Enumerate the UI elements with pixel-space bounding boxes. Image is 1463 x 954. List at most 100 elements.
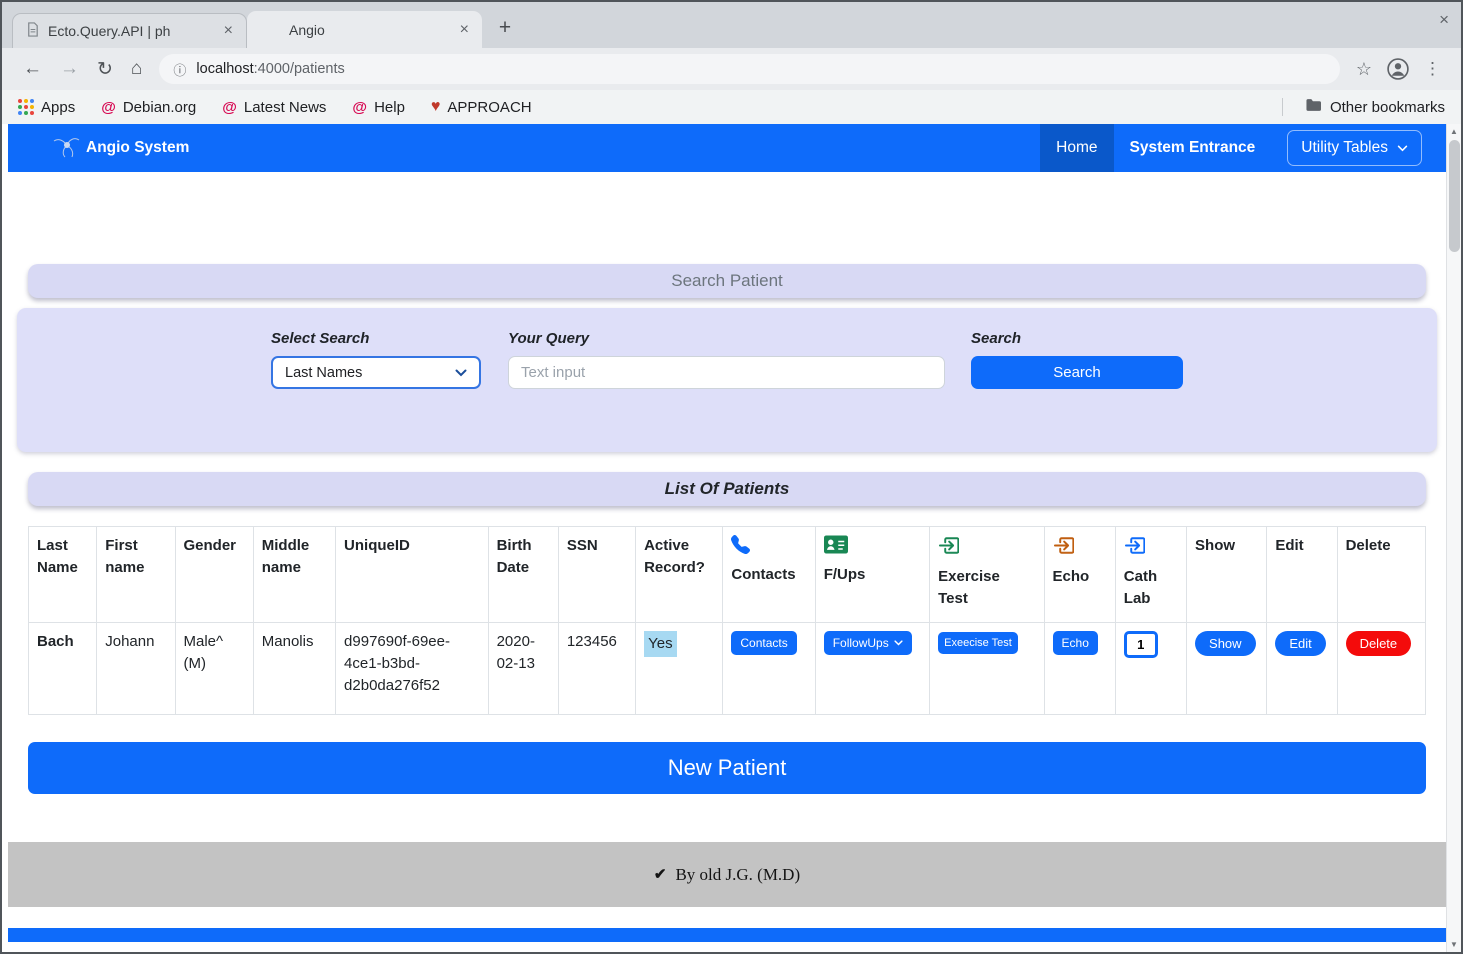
echo-button[interactable]: Echo [1052, 631, 1098, 655]
bookmarks-bar: Apps @ Debian.org @ Latest News @ Help ♥… [2, 90, 1461, 124]
edit-button[interactable]: Edit [1275, 631, 1326, 656]
tab-angio[interactable]: Angio × [247, 11, 482, 48]
debian-swirl-icon: @ [352, 98, 368, 116]
cell-birth-date: 2020-02-13 [487, 622, 559, 715]
col-exercise-test: Exercise Test [929, 526, 1045, 623]
bookmark-apps[interactable]: Apps [18, 99, 75, 116]
address-bar[interactable]: ⓘ localhost:4000/patients [159, 54, 1340, 84]
bookmarks-divider [1281, 98, 1283, 116]
browser-toolbar: ← → ↻ ⌂ ⓘ localhost:4000/patients ☆ ⋮ [2, 48, 1461, 90]
chevron-down-icon [1397, 145, 1408, 152]
url-text: localhost:4000/patients [196, 61, 344, 77]
nav-system-entrance[interactable]: System Entrance [1114, 124, 1272, 172]
select-value: Last Names [285, 364, 363, 381]
bookmark-label: Latest News [243, 98, 327, 116]
cell-first-name: Johann [96, 622, 176, 715]
page-footer: ✔ By old J.G. (M.D) [8, 842, 1446, 907]
scroll-up-arrow[interactable]: ▲ [1447, 124, 1461, 139]
exercise-test-button[interactable]: Exeecise Test [938, 632, 1018, 654]
delete-button[interactable]: Delete [1345, 631, 1412, 656]
tab-close-icon[interactable]: × [219, 22, 238, 40]
show-button[interactable]: Show [1195, 631, 1256, 656]
cathlab-box-arrow-icon [1124, 535, 1178, 563]
browser-menu-icon[interactable]: ⋮ [1416, 59, 1449, 79]
col-gender: Gender [174, 526, 254, 623]
profile-icon[interactable] [1380, 58, 1416, 80]
patient-row: Bach Johann Male^ (M) Manolis d997690f-6… [27, 622, 1427, 715]
web-page: Angio System Home System Entrance Utilit… [2, 124, 1446, 952]
patients-table: Last Name First name Gender Middle name … [27, 526, 1427, 715]
bottom-blue-bar [8, 928, 1446, 942]
list-of-patients-header: List Of Patients [28, 472, 1426, 506]
url-host: localhost [196, 61, 254, 77]
echo-box-arrow-icon [1053, 535, 1107, 563]
contacts-button[interactable]: Contacts [731, 631, 797, 655]
search-form-panel: Select Search Last Names Your Query Text… [17, 308, 1437, 452]
utility-tables-dropdown[interactable]: Utility Tables [1287, 130, 1422, 166]
reload-button[interactable]: ↻ [88, 58, 122, 81]
site-info-icon[interactable]: ⓘ [173, 60, 186, 79]
nav-home[interactable]: Home [1040, 124, 1114, 172]
col-show: Show [1186, 526, 1268, 623]
bookmark-latest-news[interactable]: @ Latest News [222, 99, 326, 116]
bookmark-label: Apps [41, 98, 76, 116]
cell-cath-lab: 1 [1114, 622, 1188, 715]
cell-middle-name: Manolis [252, 622, 337, 715]
cell-ssn: 123456 [557, 622, 637, 715]
search-button[interactable]: Search [971, 356, 1183, 389]
chevron-down-icon [894, 640, 903, 646]
debian-swirl-icon: @ [101, 98, 116, 116]
page-viewport: Angio System Home System Entrance Utilit… [2, 124, 1461, 952]
search-label: Search [971, 330, 1022, 347]
col-last-name: Last Name [27, 526, 98, 623]
forward-button[interactable]: → [51, 58, 88, 80]
other-bookmarks-label: Other bookmarks [1329, 98, 1445, 116]
cell-edit: Edit [1266, 622, 1338, 715]
scrollbar[interactable]: ▲ ▼ [1446, 124, 1461, 952]
footer-text: By old J.G. (M.D) [675, 864, 801, 884]
bookmark-label: Debian.org [122, 98, 197, 116]
col-unique-id: UniqueID [335, 526, 489, 623]
col-edit: Edit [1266, 526, 1338, 623]
cell-delete: Delete [1336, 622, 1427, 715]
tab-strip: Ecto.Query.API | ph × Angio × + × [2, 2, 1461, 48]
back-button[interactable]: ← [14, 58, 51, 80]
browser-window: Ecto.Query.API | ph × Angio × + × ← → ↻ … [0, 0, 1463, 954]
col-contacts: Contacts [722, 526, 816, 623]
app-navbar: Angio System Home System Entrance Utilit… [8, 124, 1446, 172]
other-bookmarks[interactable]: Other bookmarks [1305, 98, 1445, 116]
bookmark-approach[interactable]: ♥ APPROACH [431, 98, 532, 116]
checkmark-icon: ✔ [653, 867, 667, 883]
col-ssn: SSN [557, 526, 637, 623]
select-search-label: Select Search [271, 330, 370, 347]
scrollbar-thumb[interactable] [1448, 140, 1460, 252]
bookmark-label: Help [374, 98, 405, 116]
brand[interactable]: Angio System [50, 133, 189, 164]
tab-ecto-query[interactable]: Ecto.Query.API | ph × [12, 13, 247, 48]
bookmark-help[interactable]: @ Help [352, 99, 405, 116]
cath-lab-button[interactable]: 1 [1123, 631, 1158, 658]
cell-followups: FollowUps [814, 622, 931, 715]
home-button[interactable]: ⌂ [122, 58, 151, 80]
cell-echo: Echo [1043, 622, 1116, 715]
url-path: :4000/patients [253, 61, 345, 77]
cell-unique-id: d997690f-69ee-4ce1-b3bd-d2b0da276f52 [335, 622, 489, 715]
exercise-box-arrow-icon [938, 535, 1035, 563]
new-tab-button[interactable]: + [490, 13, 520, 43]
col-middle-name: Middle name [252, 526, 337, 623]
cell-active-record: Yes [635, 622, 724, 715]
scroll-down-arrow[interactable]: ▼ [1447, 937, 1461, 952]
followups-dropdown-button[interactable]: FollowUps [823, 631, 912, 655]
tab-close-icon[interactable]: × [455, 21, 474, 39]
cell-last-name: Bach [27, 622, 98, 715]
bookmark-star-icon[interactable]: ☆ [1348, 59, 1380, 80]
col-delete: Delete [1336, 526, 1427, 623]
search-type-select[interactable]: Last Names [271, 356, 481, 389]
new-patient-button[interactable]: New Patient [28, 742, 1426, 794]
bookmark-debian[interactable]: @ Debian.org [101, 99, 196, 116]
cell-exercise-test: Exeecise Test [929, 622, 1045, 715]
your-query-label: Your Query [508, 330, 590, 347]
active-record-badge: Yes [644, 631, 677, 657]
query-input[interactable] [508, 356, 945, 389]
window-close-icon[interactable]: × [1439, 10, 1449, 30]
